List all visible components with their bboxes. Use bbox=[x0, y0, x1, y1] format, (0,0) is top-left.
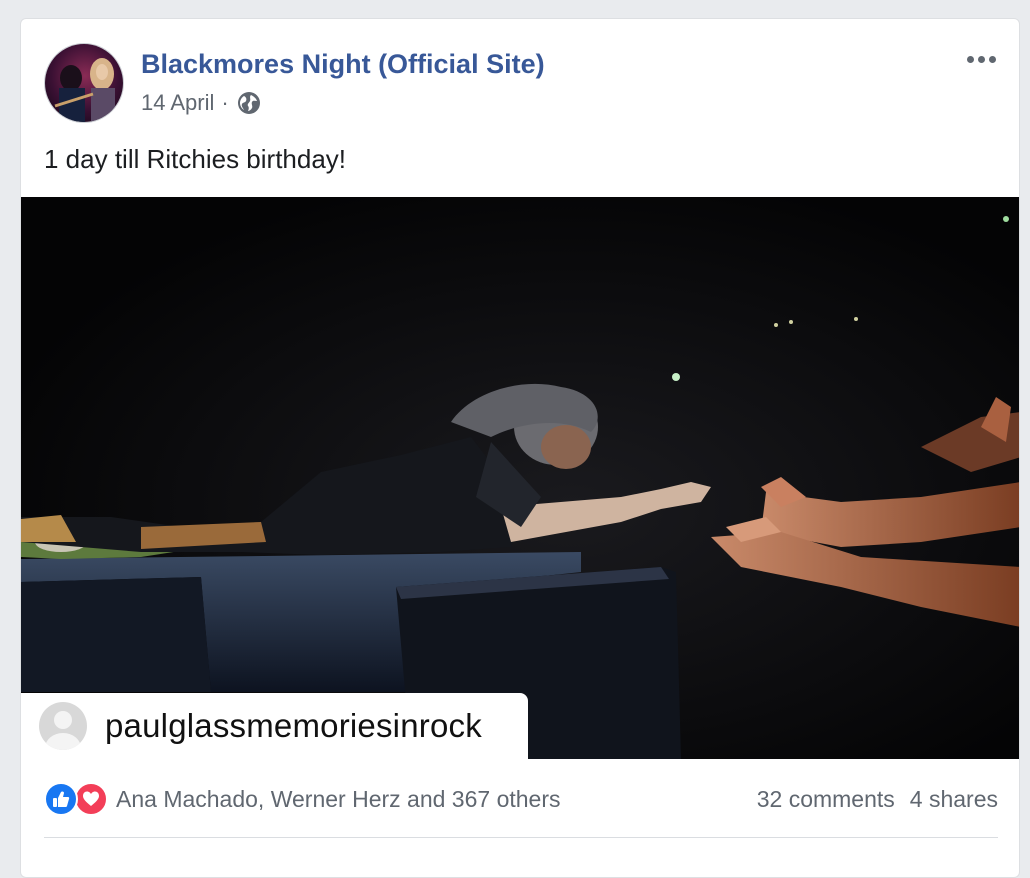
reactions-bar: Ana Machado, Werner Herz and 367 others … bbox=[44, 779, 998, 819]
comments-count[interactable]: 32 comments bbox=[757, 786, 895, 813]
like-icon[interactable] bbox=[44, 782, 78, 816]
divider bbox=[44, 837, 998, 838]
page-name-link[interactable]: Blackmores Night (Official Site) bbox=[141, 49, 545, 80]
post-date[interactable]: 14 April bbox=[141, 90, 214, 116]
post-card: Blackmores Night (Official Site) 14 Apri… bbox=[20, 18, 1020, 878]
reaction-icons[interactable] bbox=[44, 782, 108, 816]
post-photo[interactable]: paulglassmemoriesinrock bbox=[21, 197, 1019, 759]
engagement-counts: 32 comments 4 shares bbox=[757, 786, 998, 813]
watermark-username: paulglassmemoriesinrock bbox=[105, 707, 482, 744]
reactors-text[interactable]: Ana Machado, Werner Herz and 367 others bbox=[116, 786, 561, 813]
meta-separator: · bbox=[221, 90, 229, 115]
default-avatar-icon bbox=[39, 702, 87, 750]
concert-photo bbox=[21, 197, 1019, 759]
post-meta: 14 April · bbox=[141, 90, 261, 116]
globe-icon[interactable] bbox=[237, 91, 261, 115]
shares-count[interactable]: 4 shares bbox=[910, 786, 998, 813]
instagram-watermark: paulglassmemoriesinrock bbox=[21, 693, 528, 759]
love-icon[interactable] bbox=[74, 782, 108, 816]
post-text: 1 day till Ritchies birthday! bbox=[44, 144, 347, 174]
more-options-icon[interactable] bbox=[961, 47, 1001, 71]
page-avatar[interactable] bbox=[44, 43, 124, 123]
page-avatar-image bbox=[45, 44, 123, 122]
